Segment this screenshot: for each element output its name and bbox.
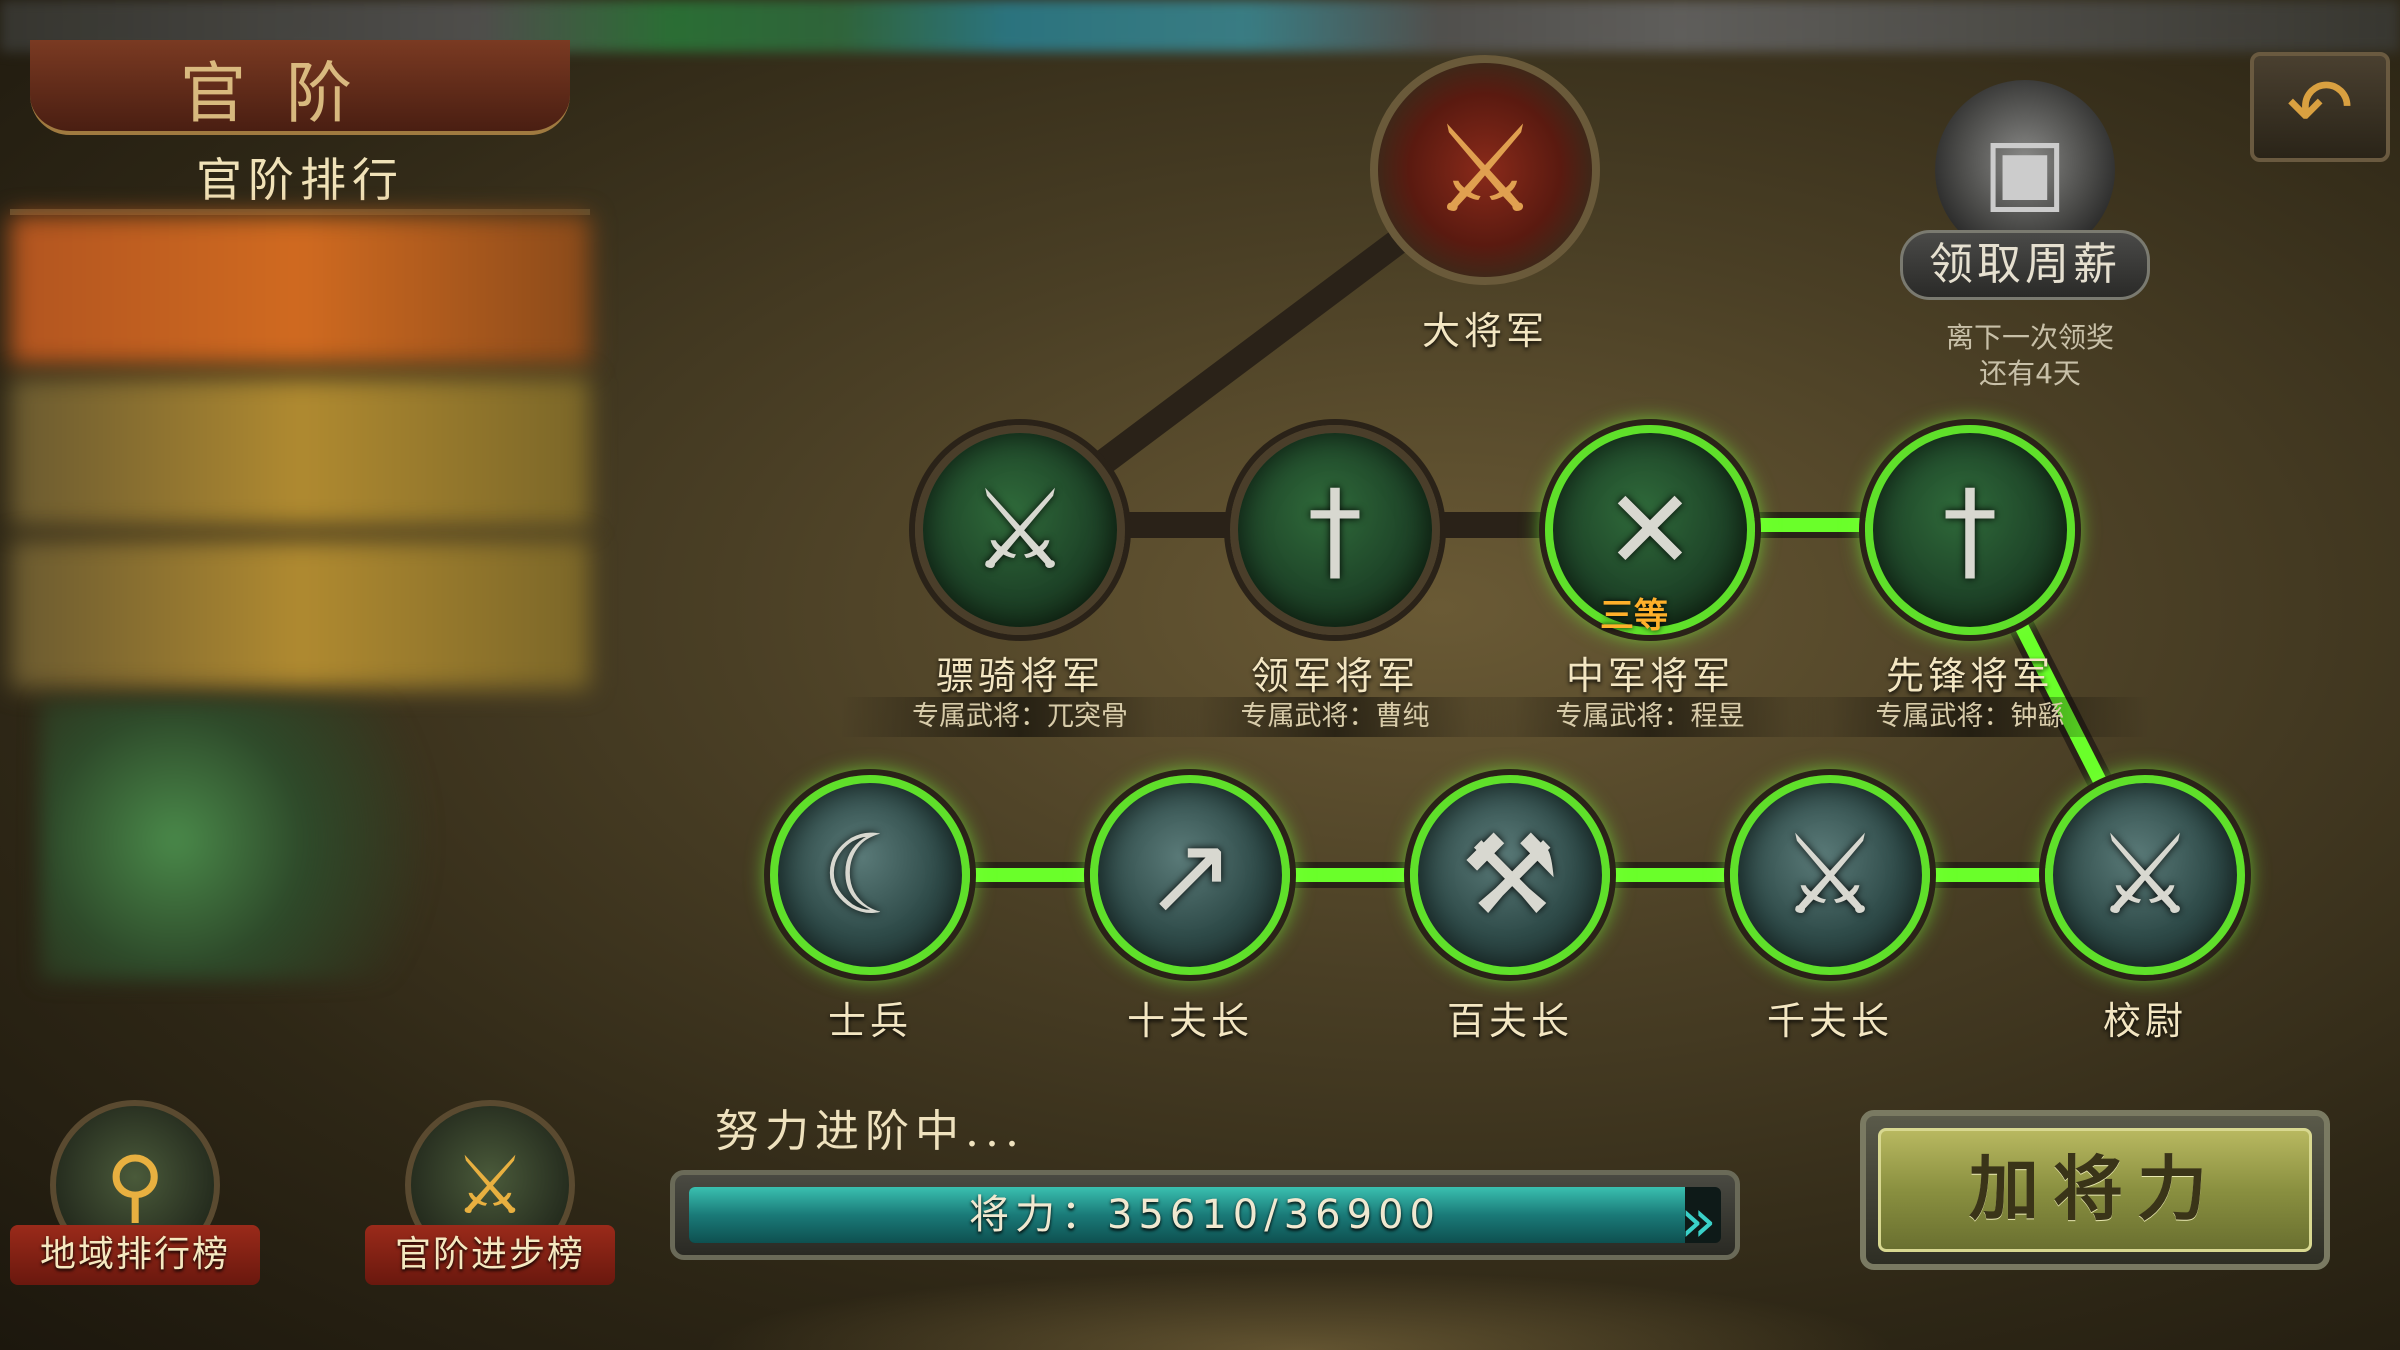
exclusive-general-vanguard: 专属武将：钟繇	[1790, 697, 2150, 737]
rank-node-soldier[interactable]: ☾	[770, 775, 970, 975]
crossed-swords-icon: ⚔	[970, 466, 1070, 594]
rank-node-cavalry-general[interactable]: ⚔	[915, 425, 1125, 635]
add-general-power-label: 加将力	[1878, 1128, 2312, 1252]
rank-name-grand-general: 大将军	[1421, 309, 1548, 353]
rank-node-squad-leader[interactable]: ↗	[1090, 775, 1290, 975]
rank-name-cavalry-general: 骠骑将军	[935, 654, 1104, 698]
rank-node-chiliarch[interactable]: ⚔	[1730, 775, 1930, 975]
exclusive-general-cavalry: 专属武将：兀突骨	[840, 697, 1200, 737]
blade-icon: ⚔	[1780, 811, 1880, 939]
general-power-progress-bar: 将力：35610/36900	[670, 1170, 1740, 1260]
add-general-power-button[interactable]: 加将力	[1860, 1110, 2330, 1270]
rank-name-soldier: 士兵	[827, 999, 912, 1043]
rank-progress-leaderboard-label: 官阶进步榜	[365, 1225, 615, 1285]
triple-swords-icon: †	[1307, 466, 1363, 594]
progress-arrow-icon: »	[1680, 1186, 1717, 1256]
region-leaderboard-label: 地域排行榜	[10, 1225, 260, 1285]
glaive-icon: ⚔	[2095, 811, 2195, 939]
progress-label: 将力：35610/36900	[969, 1192, 1441, 1238]
rank-node-grand-general[interactable]: ⚔	[1370, 55, 1600, 285]
region-leaderboard-button[interactable]: ⚲ 地域排行榜	[10, 1100, 260, 1300]
rank-name-colonel: 校尉	[2102, 999, 2187, 1043]
rank-name-chiliarch: 千夫长	[1766, 999, 1893, 1043]
rank-progress-leaderboard-button[interactable]: ⚔ 官阶进步榜	[365, 1100, 615, 1300]
rank-name-commanding-general: 领军将军	[1250, 654, 1419, 698]
rank-name-squad-leader: 十夫长	[1126, 999, 1253, 1043]
sword-icon: †	[1942, 466, 1998, 594]
exclusive-general-central: 专属武将：程昱	[1470, 697, 1830, 737]
rank-name-centurion: 百夫长	[1446, 999, 1573, 1043]
exclusive-general-commanding: 专属武将：曹纯	[1155, 697, 1515, 737]
scythe-icon: ☾	[820, 811, 920, 939]
rank-node-commanding-general[interactable]: †	[1230, 425, 1440, 635]
rank-name-central-general: 中军将军	[1565, 654, 1734, 698]
rank-node-colonel[interactable]: ⚔	[2045, 775, 2245, 975]
spear-icon: ↗	[1143, 811, 1237, 939]
rank-node-centurion[interactable]: ⚒	[1410, 775, 1610, 975]
crossed-swords-icon: ✕	[1603, 466, 1697, 594]
floor-ornament	[700, 1270, 1900, 1350]
progress-caption: 努力进阶中...	[715, 1106, 1025, 1157]
pickaxe-icon: ⚒	[1460, 811, 1560, 939]
rank-node-vanguard-general[interactable]: †	[1865, 425, 2075, 635]
axe-emblem-icon: ⚔	[1431, 100, 1539, 240]
grade-tag: 三等	[1600, 596, 1668, 636]
rank-name-vanguard-general: 先锋将军	[1885, 654, 2054, 698]
